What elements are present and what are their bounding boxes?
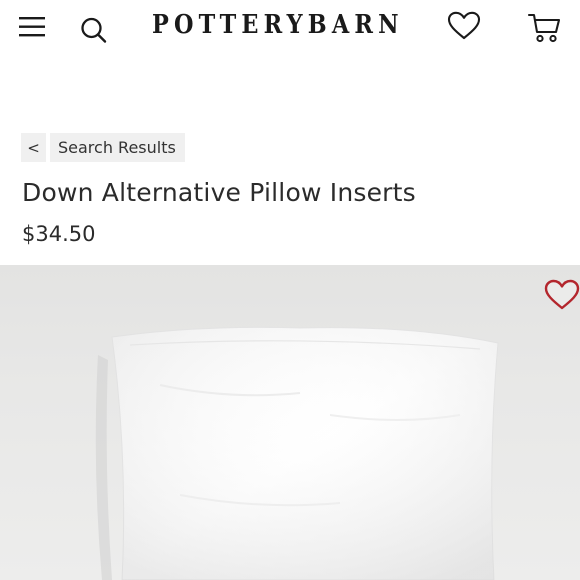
shopping-cart-icon[interactable] bbox=[527, 10, 563, 46]
product-title: Down Alternative Pillow Inserts bbox=[22, 178, 416, 207]
heart-icon[interactable] bbox=[446, 10, 482, 42]
hamburger-menu-icon[interactable] bbox=[18, 12, 48, 42]
pillow-image bbox=[95, 326, 499, 580]
search-icon[interactable] bbox=[78, 12, 110, 44]
breadcrumb-back-button[interactable]: < bbox=[21, 133, 46, 162]
product-price: $34.50 bbox=[22, 222, 96, 246]
breadcrumb-search-results-link[interactable]: Search Results bbox=[50, 133, 185, 162]
site-header: POTTERYBARN bbox=[0, 0, 580, 60]
product-page: POTTERYBARN < Search Results Down Altern… bbox=[0, 0, 580, 580]
brand-logo[interactable]: POTTERYBARN bbox=[152, 10, 399, 40]
favorite-heart-icon[interactable] bbox=[543, 278, 580, 312]
breadcrumb: < Search Results bbox=[21, 133, 185, 162]
product-image[interactable] bbox=[0, 265, 580, 580]
